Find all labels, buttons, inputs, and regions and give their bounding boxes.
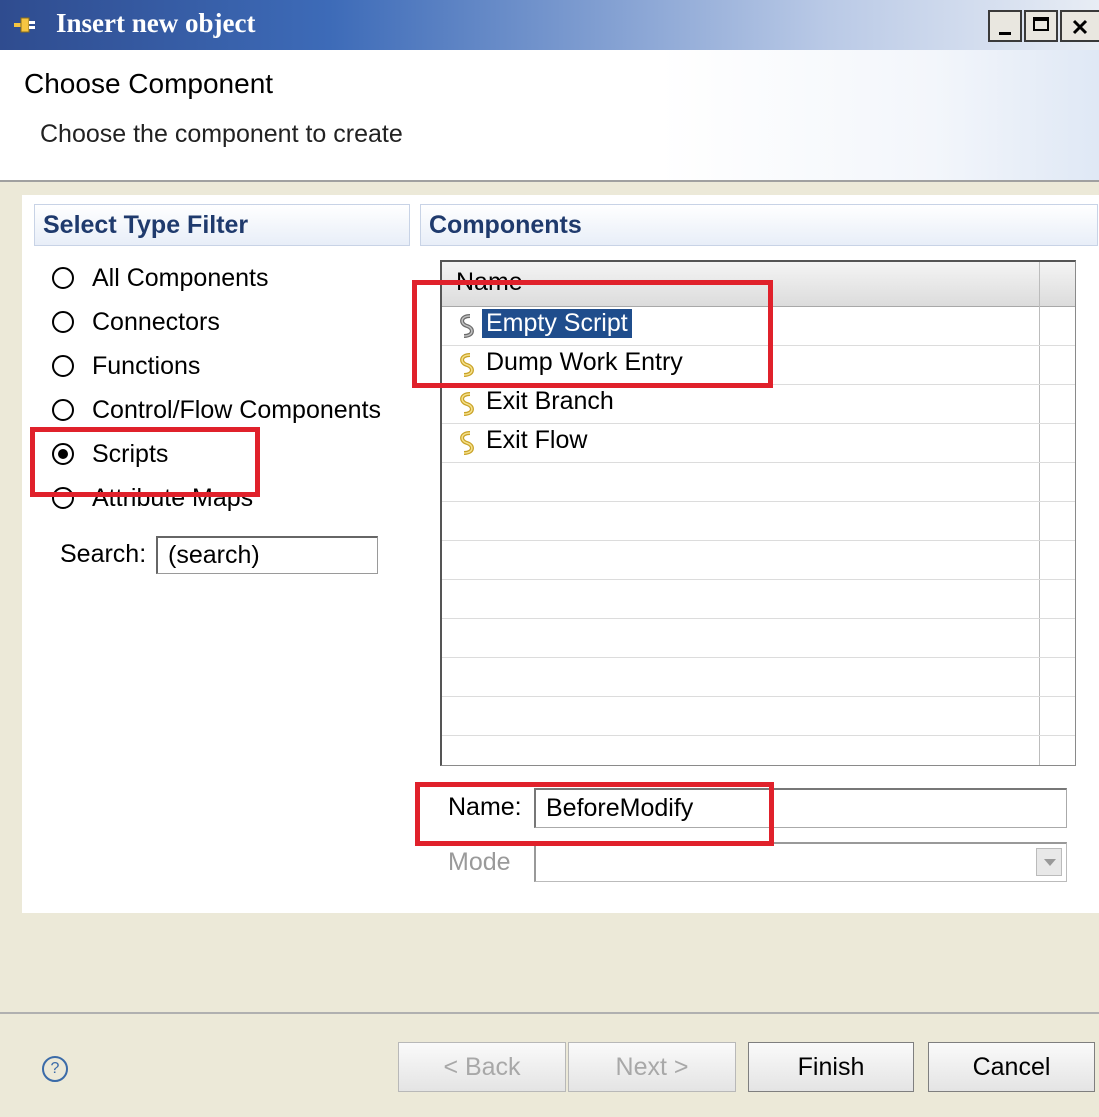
- radio-functions[interactable]: Functions: [52, 348, 200, 384]
- table-row-empty: [442, 657, 1075, 697]
- next-button[interactable]: Next >: [568, 1042, 736, 1092]
- dialog-header: Choose Component Choose the component to…: [0, 50, 1099, 180]
- radio-label: Control/Flow Components: [92, 395, 382, 424]
- title-bar: Insert new object: [0, 0, 1099, 50]
- table-row-empty: [442, 579, 1075, 619]
- search-label: Search:: [60, 540, 147, 568]
- highlight-box-components: [412, 280, 773, 388]
- back-button[interactable]: < Back: [398, 1042, 566, 1092]
- table-row-empty: [442, 618, 1075, 658]
- close-icon: [1072, 19, 1088, 35]
- help-icon[interactable]: ?: [42, 1056, 68, 1082]
- radio-all-components[interactable]: All Components: [52, 260, 268, 296]
- table-row-empty: [442, 696, 1075, 736]
- highlight-box-name: [415, 782, 774, 846]
- radio-connectors[interactable]: Connectors: [52, 304, 220, 340]
- radio-label: Connectors: [92, 307, 220, 336]
- radio-label: All Components: [92, 263, 269, 292]
- maximize-button[interactable]: [1024, 10, 1058, 42]
- radio-circle[interactable]: [52, 311, 74, 333]
- chevron-down-icon[interactable]: [1036, 848, 1062, 876]
- divider: [0, 180, 1099, 182]
- mode-select[interactable]: [534, 842, 1067, 882]
- search-input[interactable]: [156, 536, 378, 574]
- filter-group-header: Select Type Filter: [34, 204, 410, 246]
- mode-label: Mode: [448, 848, 511, 876]
- table-row-empty: [442, 501, 1075, 541]
- highlight-box-scripts: [30, 427, 260, 497]
- script-icon: [460, 392, 474, 416]
- finish-button[interactable]: Finish: [748, 1042, 914, 1092]
- row-label: Exit Flow: [486, 426, 588, 454]
- footer-divider: [0, 1012, 1099, 1014]
- table-row-empty: [442, 735, 1075, 765]
- table-row[interactable]: Exit Branch: [442, 384, 1075, 424]
- plug-icon: [14, 17, 35, 33]
- radio-label: Functions: [92, 351, 201, 380]
- page-subtitle: Choose the component to create: [40, 120, 403, 148]
- table-row-empty: [442, 462, 1075, 502]
- table-row[interactable]: Exit Flow: [442, 423, 1075, 463]
- radio-circle[interactable]: [52, 355, 74, 377]
- radio-circle[interactable]: [52, 267, 74, 289]
- filter-group-title: Select Type Filter: [43, 211, 249, 239]
- script-icon: [460, 431, 474, 455]
- radio-circle[interactable]: [52, 399, 74, 421]
- radio-control-flow[interactable]: Control/Flow Components: [52, 392, 381, 428]
- cancel-button[interactable]: Cancel: [928, 1042, 1095, 1092]
- components-group-title: Components: [429, 211, 582, 239]
- row-label: Exit Branch: [486, 387, 614, 415]
- page-title: Choose Component: [24, 68, 274, 99]
- minimize-button[interactable]: [988, 10, 1022, 42]
- close-button[interactable]: [1060, 10, 1099, 42]
- components-group-header: Components: [420, 204, 1098, 246]
- table-row-empty: [442, 540, 1075, 580]
- window-title: Insert new object: [56, 8, 256, 38]
